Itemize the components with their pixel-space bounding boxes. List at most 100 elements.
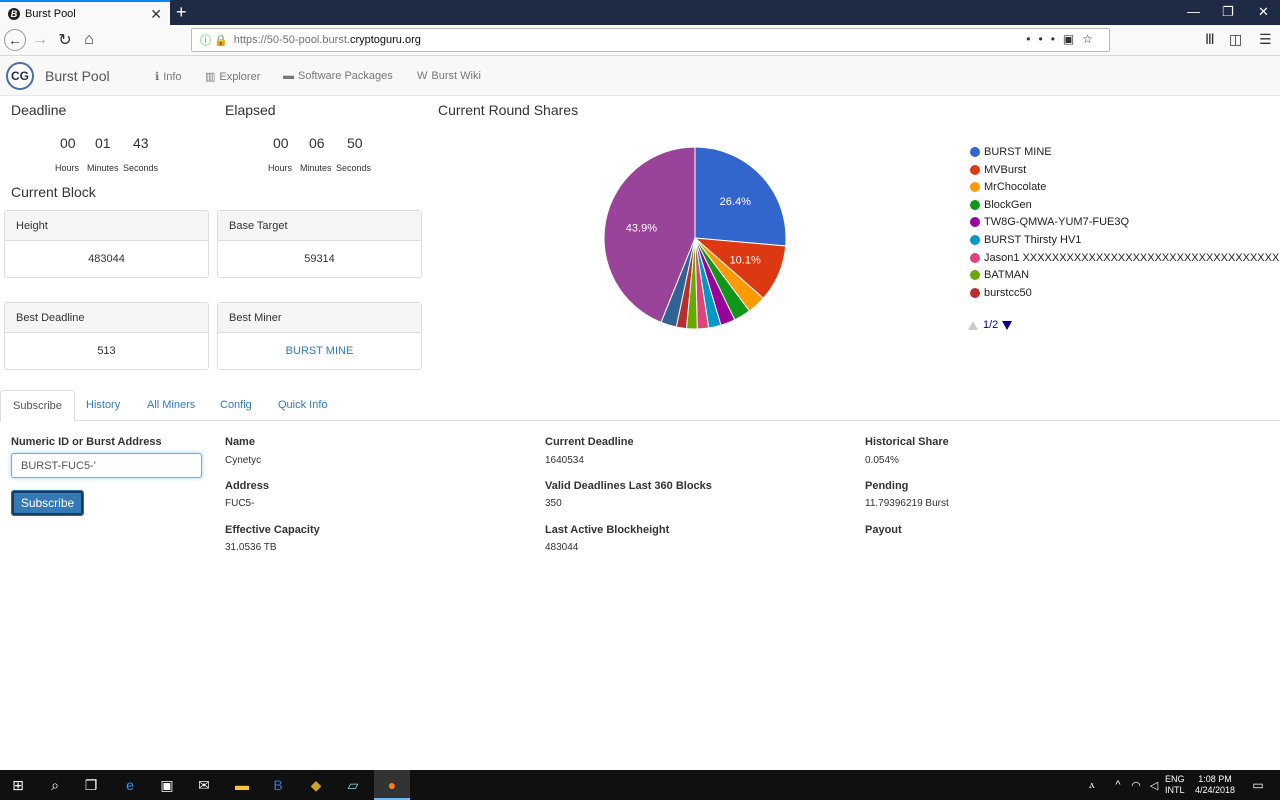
tab-quick-info[interactable]: Quick Info [266, 390, 340, 421]
current-block-title: Current Block [11, 184, 96, 200]
deadline-title: Deadline [11, 102, 67, 118]
cryptoguru-logo[interactable]: CG [6, 62, 34, 90]
library-icon[interactable]: Ⅲ [1205, 31, 1215, 48]
best-miner-panel: Best Miner BURST MINE [217, 302, 422, 370]
page-actions-icon[interactable]: •••▣☆ [1026, 32, 1101, 46]
nav-explorer[interactable]: ▥ Explorer [205, 70, 260, 83]
site-navbar: CG Burst Pool ℹ Info ▥ Explorer ▬ Software … [0, 56, 1280, 96]
clock-date: 4/24/2018 [1194, 785, 1236, 795]
tab-config[interactable]: Config [208, 390, 264, 421]
close-tab-icon[interactable]: ✕ [150, 6, 162, 23]
legend-item[interactable]: BURST MINE [970, 146, 1052, 158]
mail-icon[interactable]: ✉ [194, 775, 214, 795]
subscribe-button[interactable]: Subscribe [11, 490, 84, 516]
task-view-icon[interactable]: ❐ [81, 775, 101, 795]
restore-icon[interactable]: ❐ [1222, 4, 1234, 20]
site-favicon-icon: B [8, 7, 20, 20]
legend-item[interactable]: MrChocolate [970, 181, 1046, 193]
firefox-icon[interactable]: ● [382, 775, 402, 795]
elapsed-seconds: 50 [347, 135, 363, 151]
burst-wallet-icon[interactable]: B [268, 775, 288, 795]
historical-share-value: 0.054% [865, 455, 899, 466]
height-value: 483044 [88, 253, 125, 265]
info-icon: ℹ [155, 71, 160, 83]
browser-tab-strip: B Burst Pool ✕ + — ❐ ✕ [0, 0, 1280, 25]
legend-item[interactable]: BURST Thirsty HV1 [970, 234, 1081, 246]
sidebar-icon[interactable]: ◫ [1229, 31, 1242, 48]
wiki-icon: W [417, 70, 428, 82]
legend-next-icon[interactable] [1002, 320, 1013, 330]
elapsed-title: Elapsed [225, 102, 276, 118]
legend-item[interactable]: TW8G-QMWA-YUM7-FUE3Q [970, 216, 1129, 228]
burst-address-input[interactable] [11, 453, 202, 478]
tray-chevron-icon[interactable]: ^ [1108, 775, 1128, 795]
legend-label: BATMAN [984, 269, 1030, 282]
tab-subscribe[interactable]: Subscribe [0, 390, 75, 422]
pie-label-10: 43.9% [626, 223, 657, 235]
wifi-icon[interactable]: ◠ [1126, 775, 1146, 795]
file-explorer-icon[interactable]: ▬ [232, 775, 252, 795]
minimize-icon[interactable]: — [1187, 4, 1200, 19]
legend-item[interactable]: BATMAN [970, 269, 1029, 281]
legend-swatch [970, 164, 980, 175]
people-icon[interactable]: ⲁ [1082, 775, 1102, 795]
shares-title: Current Round Shares [438, 102, 579, 118]
legend-swatch [970, 182, 980, 193]
legend-swatch [970, 217, 980, 228]
clock[interactable]: 1:08 PM 4/24/2018 [1193, 774, 1237, 796]
menu-icon[interactable]: ☰ [1259, 31, 1272, 48]
windows-start-icon[interactable]: ⊞ [8, 775, 28, 795]
search-icon[interactable]: ⌕ [45, 775, 65, 795]
notification-icon[interactable]: ▭ [1248, 775, 1268, 795]
volume-icon[interactable]: ◁ [1144, 775, 1164, 795]
nav-burst-wiki[interactable]: W Burst Wiki [417, 70, 481, 82]
legend-label: BURST MINE [984, 146, 1052, 158]
browser-tab[interactable]: B Burst Pool ✕ [0, 0, 170, 25]
windows-taskbar: ⊞ ⌕ ❐ e ▣ ✉ ▬ B ◆ ▱ ● ⲁ ^ ◠ ◁ ENG INTL 1… [0, 770, 1280, 800]
brand-title[interactable]: Burst Pool [45, 68, 110, 84]
store-icon[interactable]: ▣ [157, 775, 177, 795]
back-icon[interactable]: ← [4, 29, 26, 51]
address-bar[interactable]: ⓘ 🔒 https://50-50-pool.burst. cryptoguru.… [191, 28, 1110, 52]
legend-item[interactable]: BlockGen [970, 199, 1032, 211]
nav-info[interactable]: ℹ Info [155, 70, 182, 83]
nav-software-packages[interactable]: ▬ Software Packages [283, 70, 393, 82]
best-deadline-label: Best Deadline [5, 303, 208, 333]
tab-history[interactable]: History [74, 390, 132, 421]
current-deadline-value: 1640534 [545, 455, 584, 466]
reload-icon[interactable]: ↻ [54, 29, 76, 51]
elapsed-seconds-label: Seconds [336, 163, 372, 173]
height-label: Height [5, 211, 208, 241]
best-deadline-panel: Best Deadline 513 [4, 302, 209, 370]
last-active-label: Last Active Blockheight [545, 524, 670, 536]
historical-share-label: Historical Share [865, 436, 949, 448]
legend-label: Jason1 XXXXXXXXXXXXXXXXXXXXXXXXXXXXXXXXX… [984, 251, 1280, 264]
language-indicator[interactable]: ENG INTL [1165, 774, 1185, 796]
nav-info-label: Info [163, 71, 182, 83]
notepad-icon[interactable]: ▱ [343, 775, 363, 795]
last-active-value: 483044 [545, 542, 579, 553]
legend-swatch [970, 252, 980, 263]
legend-prev-icon[interactable] [968, 320, 978, 330]
new-tab-icon[interactable]: + [176, 2, 187, 23]
url-host: cryptoguru.org [349, 34, 421, 46]
edge-icon[interactable]: e [120, 775, 140, 795]
elapsed-hours: 00 [273, 135, 289, 151]
app-icon[interactable]: ◆ [306, 775, 326, 795]
close-window-icon[interactable]: ✕ [1258, 4, 1269, 20]
legend-swatch [970, 199, 980, 210]
home-icon[interactable]: ⌂ [78, 29, 100, 51]
legend-item[interactable]: Jason1 XXXXXXXXXXXXXXXXXXXXXXXXXXXXXXXXX… [970, 252, 1280, 264]
legend-label: BlockGen [984, 198, 1032, 211]
deadline-hours-label: Hours [55, 163, 80, 173]
forward-icon[interactable]: → [29, 29, 51, 51]
legend-item[interactable]: MVBurst [970, 164, 1026, 176]
url-path: https://50-50-pool.burst. [233, 34, 350, 46]
legend-pager: 1/2 [968, 319, 1013, 331]
miner-tabs: Subscribe History All Miners Config Quic… [0, 390, 1280, 422]
tab-all-miners[interactable]: All Miners [135, 390, 207, 421]
best-miner-link[interactable]: BURST MINE [218, 333, 421, 357]
legend-item[interactable]: burstcc50 [970, 287, 1032, 299]
deadline-seconds: 43 [133, 135, 149, 151]
payout-label: Payout [865, 524, 902, 536]
